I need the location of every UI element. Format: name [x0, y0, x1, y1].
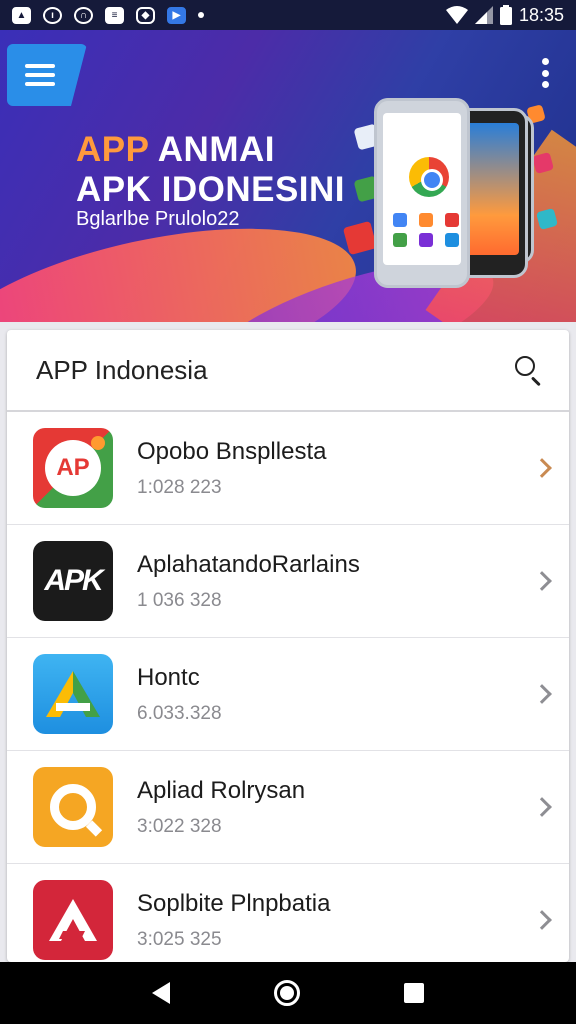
q-app-icon	[33, 767, 113, 847]
chevron-right-icon	[532, 571, 552, 591]
app-meta: 6.033.328	[137, 703, 222, 724]
app-screen: ▲ ı ∩ ≡ ◆ ▶ 18:35 APP ANMAI APK IDONESIN…	[0, 0, 576, 1024]
gallery-icon: ▲	[12, 6, 31, 24]
app-name: Soplbite Plnpbatia	[137, 890, 331, 917]
status-bar: ▲ ı ∩ ≡ ◆ ▶ 18:35	[0, 0, 576, 30]
search-header: APP Indonesia	[7, 330, 569, 412]
play-store-icon: ▶	[167, 6, 186, 24]
status-time: 18:35	[518, 4, 564, 25]
more-vertical-icon[interactable]	[540, 58, 550, 88]
app-name: Hontc	[137, 664, 200, 691]
search-icon[interactable]	[511, 352, 547, 388]
floating-app-icon	[342, 220, 378, 256]
phone-illustration	[374, 98, 470, 288]
chevron-right-icon	[532, 458, 552, 478]
back-icon[interactable]	[152, 982, 170, 1004]
clock-icon: ı	[43, 6, 62, 24]
message-icon: ≡	[105, 6, 124, 24]
banner-subtitle: Bglarlbe Prulolo22	[76, 208, 240, 230]
chevron-right-icon	[532, 910, 552, 930]
chrome-icon	[409, 157, 449, 197]
hamburger-menu-icon	[25, 64, 55, 86]
headset-icon: ∩	[74, 6, 93, 24]
app-meta: 1 036 328	[137, 590, 222, 611]
app-meta: 1:028 223	[137, 477, 222, 498]
menu-button[interactable]	[7, 44, 87, 106]
hero-banner: APP ANMAI APK IDONESINI Bglarlbe Prulolo…	[0, 30, 576, 322]
banner-title: APP ANMAI APK IDONESINI	[76, 130, 345, 210]
wifi-icon	[445, 6, 468, 24]
list-item[interactable]: Soplbite Plnpbatia 3:025 325	[7, 864, 569, 962]
app-name: Opobo Bnspllesta	[137, 438, 327, 465]
notification-dot-icon	[198, 12, 204, 18]
app-meta: 3:025 325	[137, 929, 222, 950]
app-list-card: APP Indonesia AP Opobo Bnspllesta 1:028 …	[7, 330, 569, 962]
list-item[interactable]: APK AplahatandoRarlains 1 036 328	[7, 525, 569, 638]
a-app-icon	[33, 880, 113, 960]
ap-app-icon: AP	[33, 428, 113, 508]
navigation-bar	[0, 962, 576, 1024]
app-meta: 3:022 328	[137, 816, 222, 837]
chevron-right-icon	[532, 797, 552, 817]
status-bar-system: 18:35	[445, 4, 564, 26]
shield-icon: ◆	[136, 6, 155, 24]
list-item[interactable]: AP Opobo Bnspllesta 1:028 223	[7, 412, 569, 525]
chevron-right-icon	[532, 684, 552, 704]
banner-title-line2: APK IDONESINI	[76, 170, 346, 209]
banner-title-line1: ANMAI	[148, 130, 275, 169]
home-icon[interactable]	[274, 980, 300, 1006]
search-title: APP Indonesia	[36, 354, 208, 385]
phone-app-grid	[393, 213, 465, 247]
apk-app-icon: APK	[33, 541, 113, 621]
list-item[interactable]: Hontc 6.033.328	[7, 638, 569, 751]
battery-icon	[499, 5, 512, 25]
recents-icon[interactable]	[404, 983, 424, 1003]
app-name: AplahatandoRarlains	[137, 551, 360, 578]
status-bar-notifications: ▲ ı ∩ ≡ ◆ ▶	[12, 6, 204, 24]
triangle-app-icon	[33, 654, 113, 734]
banner-title-accent: APP	[76, 130, 149, 169]
list-item[interactable]: Apliad Rolrysan 3:022 328	[7, 751, 569, 864]
app-name: Apliad Rolrysan	[137, 777, 306, 804]
signal-icon	[474, 6, 493, 24]
